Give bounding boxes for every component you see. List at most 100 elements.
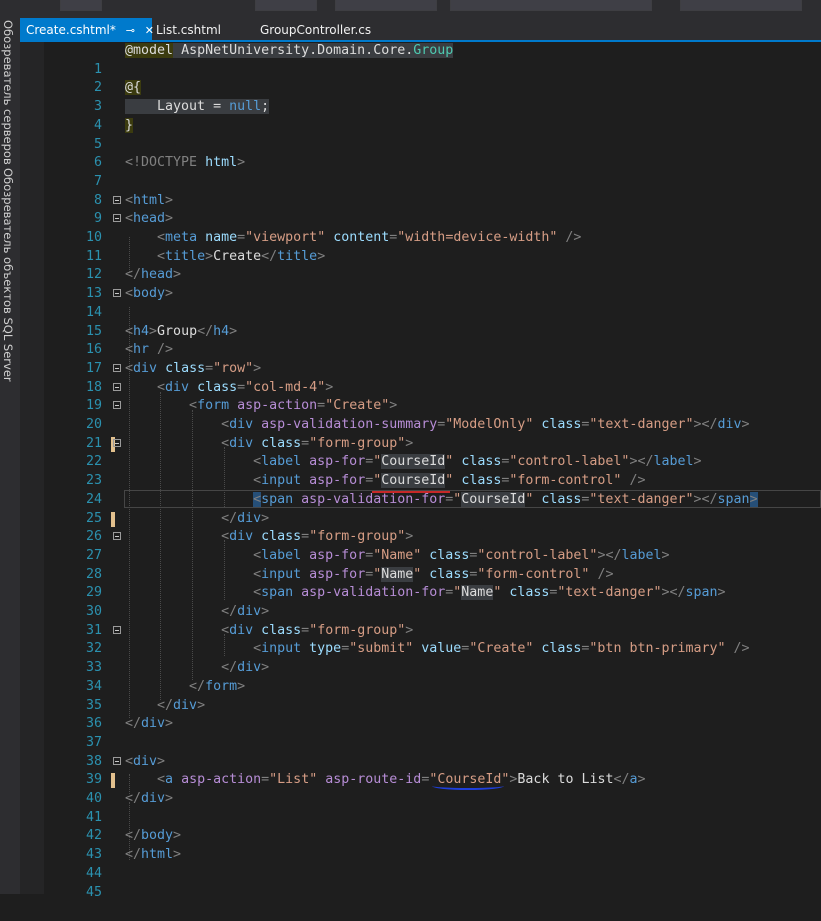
code-token: "Create" (469, 641, 534, 657)
code-line: 41 </div> (44, 790, 821, 825)
tab-groupcontroller-cs[interactable]: GroupController.cs (254, 18, 394, 42)
code-token: div (173, 697, 198, 713)
code-token: "form-group" (309, 622, 406, 638)
razor-directive: @model (125, 43, 174, 58)
collapse-icon[interactable] (113, 195, 121, 204)
toolbar-dropdown[interactable] (335, 0, 437, 11)
code-token: CourseId (461, 491, 526, 507)
code-token: "text-danger" (557, 585, 662, 601)
changed-line-marker (111, 773, 115, 789)
code-token: class (165, 360, 206, 376)
collapse-icon[interactable] (113, 532, 121, 541)
toolbar-button[interactable] (60, 0, 102, 11)
server-explorer-tab[interactable]: Обозреватель серверов (1, 20, 15, 165)
code-token: CourseId (381, 454, 446, 470)
code-token: div (237, 510, 262, 526)
collapse-icon[interactable] (113, 289, 121, 298)
code-token: label (621, 547, 662, 563)
code-token: input (261, 566, 302, 582)
code-token: "form-group" (309, 529, 406, 545)
code-token: title (277, 248, 318, 264)
code-line: 12 <title>Create</title> (44, 248, 821, 283)
code-token: content (333, 230, 390, 245)
collapse-icon[interactable] (113, 401, 121, 410)
code-line: 32 <div class="form-group"> (44, 622, 821, 657)
code-line: 20 <form asp-action="Create"> (44, 397, 821, 432)
code-line: 43 </body> (44, 827, 821, 862)
model-namespace: AspNetUniversity.Domain.Core. (181, 43, 414, 58)
collapse-icon[interactable] (113, 214, 121, 223)
code-token: Name (381, 547, 414, 563)
code-line: 25 <span asp-validation-for="CourseId" c… (44, 491, 821, 526)
tab-list-cshtml[interactable]: List.cshtml (150, 18, 246, 42)
code-line: 23 <label asp-for="CourseId" class="cont… (44, 453, 821, 488)
code-line: 11 <meta name="viewport" content="width=… (44, 229, 821, 264)
code-token: asp-validation-for (301, 491, 446, 507)
code-token: asp-action (181, 772, 262, 788)
code-token: label (653, 454, 694, 470)
code-token: class (261, 529, 302, 545)
code-token: Name (461, 585, 494, 601)
code-token: div (229, 435, 254, 451)
editor-margin (20, 42, 44, 894)
code-line: 18 <div class="row"> (44, 360, 821, 395)
code-line: 21 <div asp-validation-summary="ModelOnl… (44, 416, 821, 451)
code-line: 24 <input asp-for="CourseId" class="form… (44, 472, 821, 507)
code-token: asp-validation-summary (261, 417, 438, 432)
code-line: 6 (44, 136, 821, 170)
code-token: span (261, 585, 294, 601)
code-token: input (261, 641, 302, 657)
collapse-icon[interactable] (113, 625, 121, 634)
toolbar-strip (0, 0, 821, 18)
code-line: 15 (44, 304, 821, 339)
changed-line-marker (111, 511, 115, 527)
code-token: "form-group" (309, 435, 406, 451)
collapse-icon[interactable] (113, 756, 121, 765)
code-line: 27 <div class="form-group"> (44, 528, 821, 563)
code-line: 13 </head> (44, 266, 821, 301)
code-token: h4 (133, 323, 150, 339)
code-token: class (541, 417, 582, 432)
code-token: List (277, 772, 310, 788)
toolbar-dropdown[interactable] (450, 0, 652, 11)
collapse-icon[interactable] (113, 438, 121, 447)
code-token: Name (381, 566, 414, 582)
code-line: 19 <div class="col-md-4"> (44, 379, 821, 414)
code-token: = (205, 99, 230, 115)
code-token: asp-route-id (325, 772, 422, 788)
tab-label: List.cshtml (156, 23, 221, 37)
code-token: > (237, 155, 246, 171)
code-token: html (133, 192, 166, 208)
code-line: 7 <!DOCTYPE html> (44, 154, 821, 189)
code-token: asp-for (309, 454, 366, 470)
collapse-icon[interactable] (113, 382, 121, 391)
tab-create-cshtml[interactable]: Create.cshtml* ⊸ ✕ (20, 18, 154, 42)
code-line: 1 @model AspNetUniversity.Domain.Core.Gr… (44, 42, 821, 77)
code-token: div (133, 360, 158, 376)
code-line: 30 <span asp-validation-for="Name" class… (44, 584, 821, 619)
code-token: class (429, 566, 470, 582)
toolbar-dropdown[interactable] (680, 0, 802, 11)
code-line: 22 <div class="form-group"> (44, 435, 821, 470)
code-token: class (261, 435, 302, 451)
code-line: 2 (44, 61, 821, 95)
collapse-icon[interactable] (113, 363, 121, 372)
code-line: 10 <head> (44, 210, 821, 245)
code-line: 29 <input asp-for="Name" class="form-con… (44, 566, 821, 600)
code-token: null (229, 99, 262, 115)
code-token: asp-for (309, 566, 366, 582)
code-token: ; (261, 99, 270, 115)
code-token: asp-action (237, 398, 318, 414)
code-line: 33 <input type="submit" value="Create" c… (44, 640, 821, 675)
line-number: 45 (85, 884, 102, 900)
code-token: html (141, 847, 174, 863)
code-token: body (141, 828, 174, 844)
toolbar-dropdown[interactable] (255, 0, 317, 11)
code-line: 4 Layout = null; (44, 98, 821, 133)
code-token: class (461, 473, 502, 489)
code-token: "width=device-width" (397, 230, 558, 245)
sql-object-explorer-tab[interactable]: Обозреватель объектов SQL Server (1, 168, 15, 382)
code-editor[interactable]: 1 @model AspNetUniversity.Domain.Core.Gr… (44, 42, 821, 900)
code-line: 31 </div> (44, 603, 821, 638)
code-token: div (229, 622, 254, 638)
